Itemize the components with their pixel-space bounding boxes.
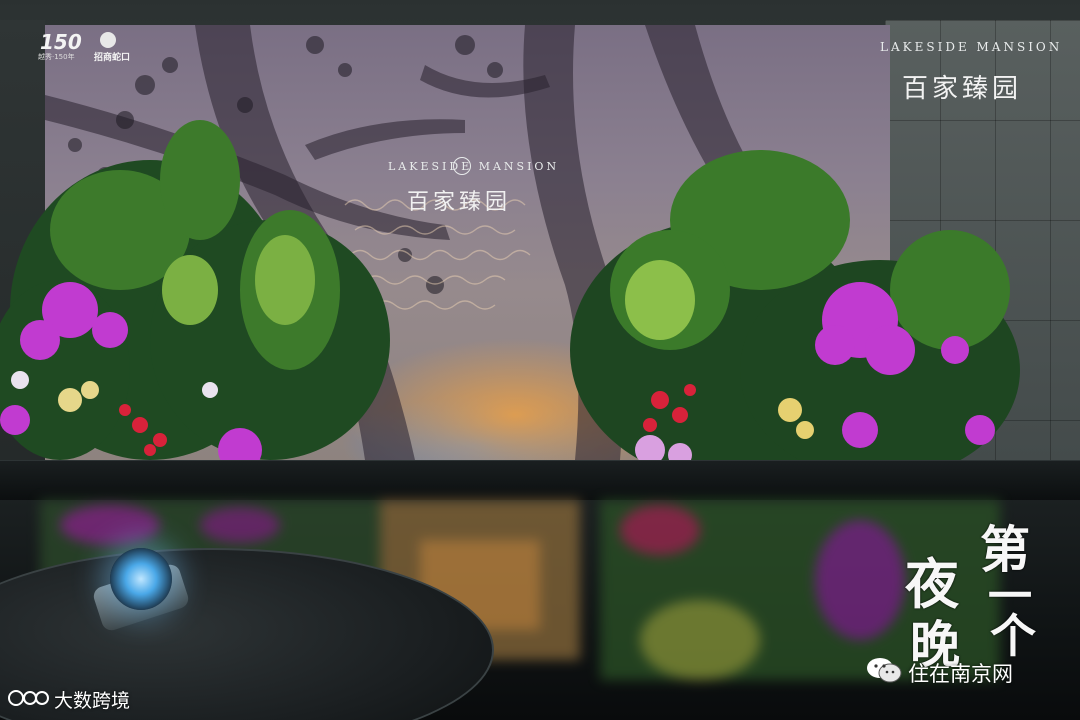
right-flower-arrangement	[570, 150, 1020, 475]
blue-spotlight	[110, 548, 172, 610]
lm-monogram-icon	[453, 157, 471, 175]
top-right-brand-english: LAKESIDE MANSION	[880, 40, 1063, 54]
watermark-bottom-right: 住在南京网	[908, 662, 1013, 686]
wechat-icon	[866, 656, 902, 684]
left-flower-arrangement	[0, 120, 390, 470]
cmsk-logo-icon	[100, 32, 116, 48]
dashu-logo-icon	[8, 688, 50, 708]
logo-cmsk-text: 招商蛇口	[94, 53, 131, 63]
top-right-brand-chinese: 百家臻园	[902, 74, 1023, 104]
watermark-bottom-left: 大数跨境	[54, 690, 131, 712]
backdrop-brand-chinese: 百家臻园	[407, 190, 512, 215]
logo-150: 150	[40, 30, 82, 54]
photo-scene: LAKESIDE MANSION 百家臻园 LAKESIDE MANSION 百…	[0, 0, 1080, 720]
logo-150-caption: 越秀·150年	[38, 53, 75, 61]
pool-ledge	[0, 460, 1080, 501]
calligraphy-char-3: 个	[990, 609, 1036, 663]
backdrop-brand-english: LAKESIDE MANSION	[388, 160, 560, 173]
